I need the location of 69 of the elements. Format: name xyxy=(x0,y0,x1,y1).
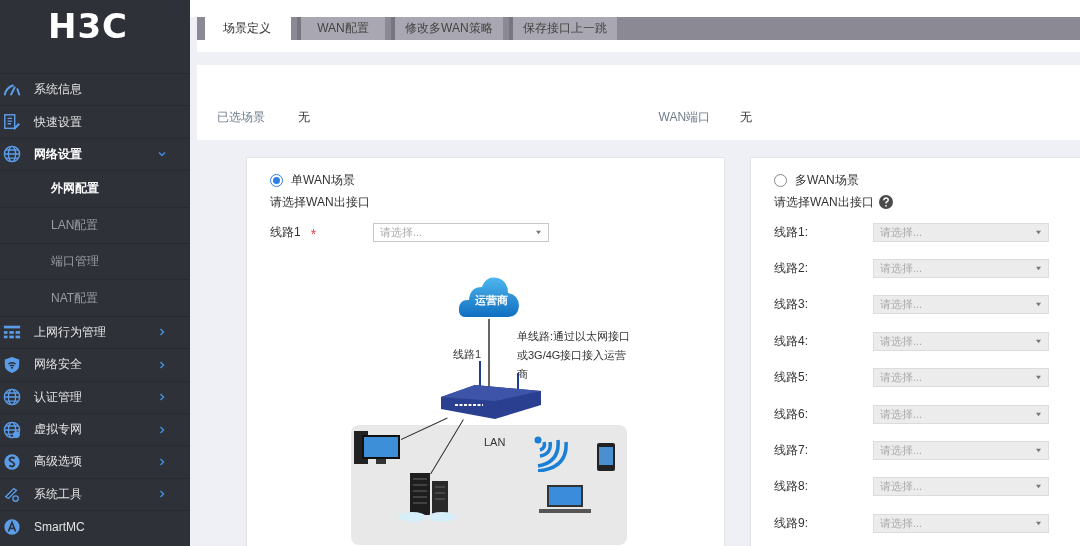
caret-icon xyxy=(535,229,542,235)
field-label: 线路8: xyxy=(774,478,809,496)
radio-button[interactable] xyxy=(774,173,787,187)
tab[interactable]: 修改多WAN策略 xyxy=(391,17,503,40)
cloud-label: 运营商 xyxy=(475,293,508,309)
circle-s-icon xyxy=(3,453,21,471)
sidebar-item[interactable]: 上网行为管理 xyxy=(0,315,190,349)
field-value: 无 xyxy=(298,109,310,126)
chevron-right-icon xyxy=(157,327,167,338)
circle-a-icon xyxy=(3,517,21,536)
required-mark: * xyxy=(310,227,318,237)
field-label: 线路9: xyxy=(774,514,809,532)
chevron-right-icon xyxy=(157,424,167,435)
chevron-right-icon xyxy=(157,392,167,403)
tab[interactable]: 场景定义 xyxy=(205,17,291,40)
field-label: 线路2: xyxy=(774,260,809,278)
field-label: 线路4: xyxy=(774,332,809,350)
laptop-icon xyxy=(539,485,591,514)
caret-icon xyxy=(1035,375,1042,381)
prompt-text: 请选择WAN出接口 xyxy=(270,193,370,211)
sidebar-item[interactable]: 认证管理 xyxy=(0,380,190,413)
shield-icon xyxy=(3,355,21,374)
chevron-right-icon xyxy=(157,457,167,467)
field-label: 线路7: xyxy=(774,442,809,460)
radio-label: 单WAN场景 xyxy=(291,171,355,189)
radio-label: 多WAN场景 xyxy=(795,171,859,189)
radio-button[interactable] xyxy=(270,173,283,187)
field-label: 线路6: xyxy=(774,405,809,423)
connection-line xyxy=(488,319,490,388)
desktop-computer-icon xyxy=(354,429,402,466)
server-icon xyxy=(398,473,456,524)
sidebar-item[interactable]: 网络安全 xyxy=(0,348,190,381)
field-label: 线路3: xyxy=(774,296,809,314)
prompt-text: 请选择WAN出接口 xyxy=(774,193,874,211)
caret-icon xyxy=(1035,448,1042,454)
lan-label: LAN xyxy=(484,436,506,449)
line-label: 线路1 xyxy=(453,347,482,363)
document-icon xyxy=(3,113,21,132)
caret-icon xyxy=(1035,302,1042,308)
tab[interactable]: WAN配置 xyxy=(297,17,385,40)
field-label: 线路5: xyxy=(774,369,809,387)
caret-icon xyxy=(1035,229,1042,235)
field-value: 无 xyxy=(739,109,752,126)
sidebar-item[interactable]: 高级选项 xyxy=(0,445,190,478)
globe-icon xyxy=(3,145,21,164)
chevron-right-icon xyxy=(157,489,167,500)
globe-icon xyxy=(3,388,21,407)
field-label: WAN端口 xyxy=(658,109,712,126)
chevron-right-icon xyxy=(157,359,167,370)
caret-icon xyxy=(1035,484,1042,490)
phone-icon xyxy=(597,443,615,472)
sidebar-item[interactable]: 虚拟专网 xyxy=(0,412,190,446)
sidebar-item[interactable]: 网络设置 xyxy=(0,137,190,171)
tab[interactable]: 保存接口上一跳 xyxy=(508,17,617,40)
router-icon xyxy=(439,361,543,422)
caret-icon xyxy=(1035,411,1042,417)
field-label: 线路1 * xyxy=(270,223,320,241)
caret-icon xyxy=(1035,266,1042,272)
tools-icon xyxy=(3,485,21,504)
help-icon[interactable] xyxy=(878,195,893,209)
logo: H3C xyxy=(47,6,129,46)
sidebar-item[interactable]: SmartMC xyxy=(0,510,190,543)
globe-person-icon xyxy=(3,420,21,439)
sidebar-item[interactable]: 快速设置 xyxy=(0,105,190,138)
wifi-icon xyxy=(534,436,570,473)
caret-icon xyxy=(1035,338,1042,344)
field-label: 线路1: xyxy=(774,223,809,241)
caret-icon xyxy=(1035,520,1042,526)
field-label: 已选场景 xyxy=(217,109,266,126)
